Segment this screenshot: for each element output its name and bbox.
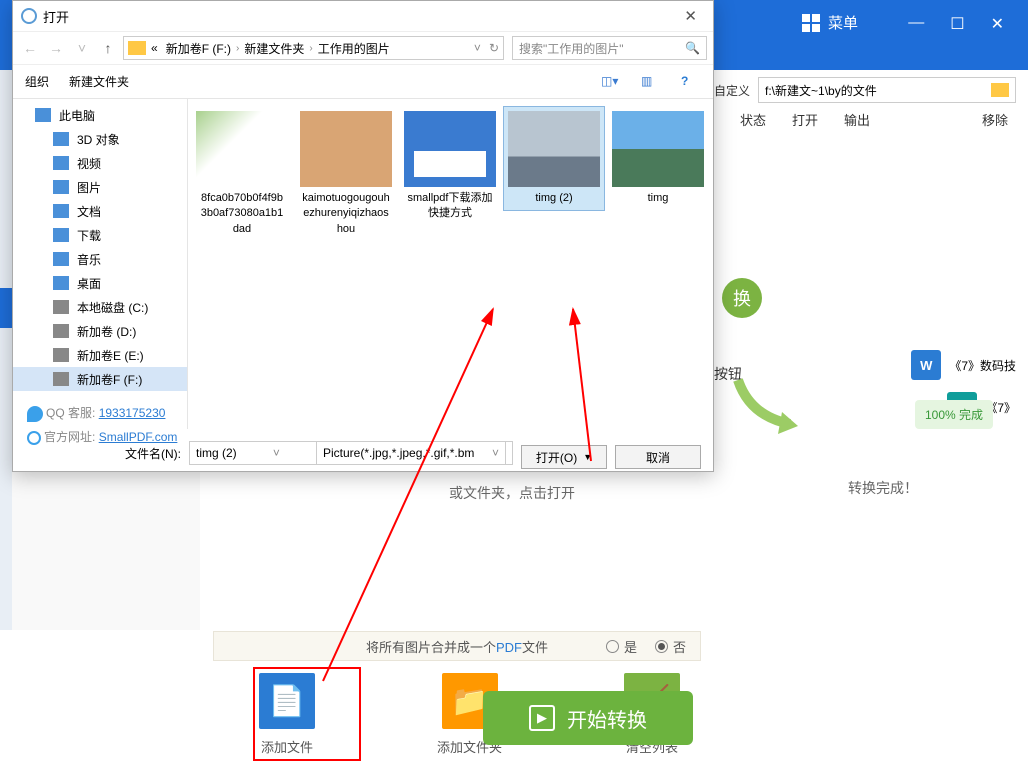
forward-button[interactable]: → bbox=[45, 37, 67, 59]
sidebar-drive-c[interactable]: 本地磁盘 (C:) bbox=[13, 295, 187, 319]
sidebar-drive-d[interactable]: 新加卷 (D:) bbox=[13, 319, 187, 343]
sidebar-videos[interactable]: 视频 bbox=[13, 151, 187, 175]
file-item[interactable]: kaimotuogougouhezhurenyiqizhaoshou bbox=[296, 107, 396, 241]
app-left-rail bbox=[0, 70, 12, 630]
search-placeholder: 搜索"工作用的图片" bbox=[519, 40, 624, 57]
sidebar-pictures[interactable]: 图片 bbox=[13, 175, 187, 199]
convert-done-label: 转换完成！ bbox=[848, 478, 918, 498]
cancel-button[interactable]: 取消 bbox=[615, 445, 701, 469]
view-mode-button[interactable]: ◫▾ bbox=[601, 74, 621, 90]
merge-option-bar: 将所有图片合并成一个PDF文件 是 否 bbox=[213, 631, 701, 661]
dialog-toolbar: 组织 新建文件夹 ◫▾ ▥ ? bbox=[13, 65, 713, 99]
thumbnail bbox=[196, 111, 288, 187]
browser-icon bbox=[27, 431, 41, 445]
search-input[interactable]: 搜索"工作用的图片" 🔍 bbox=[512, 36, 707, 60]
file-item[interactable]: smallpdf下载添加快捷方式 bbox=[400, 107, 500, 226]
col-remove: 移除 bbox=[982, 110, 1008, 129]
sidebar-desktop[interactable]: 桌面 bbox=[13, 271, 187, 295]
file-name: 《7》数码技 bbox=[949, 357, 1016, 374]
close-icon[interactable]: ✕ bbox=[991, 14, 1004, 34]
menu-label: 菜单 bbox=[828, 12, 858, 33]
radio-yes[interactable]: 是 bbox=[606, 637, 637, 656]
thumbnail bbox=[300, 111, 392, 187]
start-convert-button[interactable]: ▶ 开始转换 bbox=[483, 691, 693, 745]
folder-icon bbox=[991, 83, 1009, 97]
col-open: 打开 bbox=[792, 110, 818, 129]
bc-folder2[interactable]: 工作用的图片 bbox=[315, 40, 393, 57]
thumbnail bbox=[508, 111, 600, 187]
qq-icon bbox=[27, 406, 43, 422]
help-icon[interactable]: ? bbox=[681, 74, 701, 90]
minimize-icon[interactable]: — bbox=[908, 14, 924, 34]
filename-input[interactable]: timg (2)˅ Picture(*.jpg,*.jpeg,*.gif,*.b… bbox=[189, 441, 513, 465]
thumbnail bbox=[612, 111, 704, 187]
search-icon: 🔍 bbox=[685, 41, 700, 55]
new-folder-button[interactable]: 新建文件夹 bbox=[69, 73, 129, 90]
sidebar-drive-e[interactable]: 新加卷E (E:) bbox=[13, 343, 187, 367]
green-arrow-icon bbox=[730, 376, 820, 436]
sidebar-3d-objects[interactable]: 3D 对象 bbox=[13, 127, 187, 151]
preview-pane-button[interactable]: ▥ bbox=[641, 74, 661, 90]
dialog-body: 此电脑 3D 对象 视频 图片 文档 下载 音乐 桌面 本地磁盘 (C:) 新加… bbox=[13, 99, 713, 429]
sidebar-drive-f[interactable]: 新加卷F (F:) bbox=[13, 367, 187, 391]
annotation-highlight bbox=[253, 667, 361, 761]
file-open-dialog: 打开 ✕ ← → ˅ ↑ « 新加卷F (F:) › 新建文件夹 › 工作用的图… bbox=[12, 0, 714, 472]
up-button[interactable]: ↑ bbox=[97, 37, 119, 59]
thumbnail bbox=[404, 111, 496, 187]
file-item[interactable]: 8fca0b70b0f4f9b3b0af73080a1b1dad bbox=[192, 107, 292, 241]
open-button[interactable]: 打开(O)▼ bbox=[521, 445, 607, 469]
maximize-icon[interactable]: ☐ bbox=[950, 14, 964, 34]
file-item[interactable]: timg bbox=[608, 107, 708, 210]
folder-icon bbox=[128, 41, 146, 55]
breadcrumb-box[interactable]: « 新加卷F (F:) › 新建文件夹 › 工作用的图片 ˅↻ bbox=[123, 36, 504, 60]
chevron-icon: › bbox=[309, 43, 312, 54]
play-icon: ▶ bbox=[529, 705, 555, 731]
radio-no[interactable]: 否 bbox=[655, 637, 686, 656]
dialog-title: 打开 bbox=[43, 7, 69, 26]
col-status: 状态 bbox=[740, 110, 766, 129]
window-controls: — ☐ ✕ bbox=[908, 14, 1004, 34]
qq-link[interactable]: 1933175230 bbox=[99, 406, 166, 420]
file-list[interactable]: 8fca0b70b0f4f9b3b0af73080a1b1dad kaimotu… bbox=[188, 99, 713, 429]
nav-bar: ← → ˅ ↑ « 新加卷F (F:) › 新建文件夹 › 工作用的图片 ˅↻ … bbox=[13, 31, 713, 65]
bc-dropdown[interactable]: ˅↻ bbox=[474, 41, 499, 55]
menu-icon bbox=[802, 14, 820, 32]
bc-prefix: « bbox=[148, 41, 161, 55]
app-sidebar-bg bbox=[12, 468, 200, 630]
done-badge: 100% 完成 bbox=[915, 400, 993, 429]
chevron-icon: › bbox=[236, 43, 239, 54]
bc-drive[interactable]: 新加卷F (F:) bbox=[163, 40, 234, 57]
menu-button[interactable]: 菜单 bbox=[802, 12, 858, 33]
dropdown-history[interactable]: ˅ bbox=[71, 37, 93, 59]
dialog-sidebar: 此电脑 3D 对象 视频 图片 文档 下载 音乐 桌面 本地磁盘 (C:) 新加… bbox=[13, 99, 188, 429]
convert-badge: 换 bbox=[722, 278, 762, 318]
app-toolbar: 自定义 f:\新建文~1\by的文件 bbox=[714, 70, 1016, 110]
column-headers: 状态 打开 输出 移除 bbox=[740, 110, 1008, 129]
sidebar-music[interactable]: 音乐 bbox=[13, 247, 187, 271]
drop-hint: 或文件夹，点击打开 bbox=[449, 483, 575, 503]
contact-info: QQ 客服: 1933175230 官方网址: SmallPDF.com bbox=[27, 401, 177, 449]
output-path-input[interactable]: f:\新建文~1\by的文件 bbox=[758, 77, 1016, 103]
sidebar-documents[interactable]: 文档 bbox=[13, 199, 187, 223]
app-icon bbox=[21, 8, 37, 24]
bc-folder1[interactable]: 新建文件夹 bbox=[241, 40, 307, 57]
merge-label: 将所有图片合并成一个PDF文件 bbox=[366, 637, 548, 656]
back-button[interactable]: ← bbox=[19, 37, 41, 59]
word-icon: W bbox=[911, 350, 941, 380]
custom-label: 自定义 bbox=[714, 82, 750, 99]
filetype-select[interactable]: Picture(*.jpg,*.jpeg,*.gif,*.bm˅ bbox=[316, 441, 506, 465]
path-text: f:\新建文~1\by的文件 bbox=[765, 82, 877, 99]
organize-menu[interactable]: 组织 bbox=[25, 73, 49, 90]
site-link[interactable]: SmallPDF.com bbox=[99, 430, 178, 444]
result-file-word[interactable]: W 《7》数码技 bbox=[911, 350, 1016, 380]
dialog-titlebar: 打开 ✕ bbox=[13, 1, 713, 31]
sidebar-downloads[interactable]: 下载 bbox=[13, 223, 187, 247]
file-item-selected[interactable]: timg (2) bbox=[504, 107, 604, 210]
col-output: 输出 bbox=[844, 110, 870, 129]
dialog-close-button[interactable]: ✕ bbox=[676, 7, 705, 25]
sidebar-pc[interactable]: 此电脑 bbox=[13, 103, 187, 127]
